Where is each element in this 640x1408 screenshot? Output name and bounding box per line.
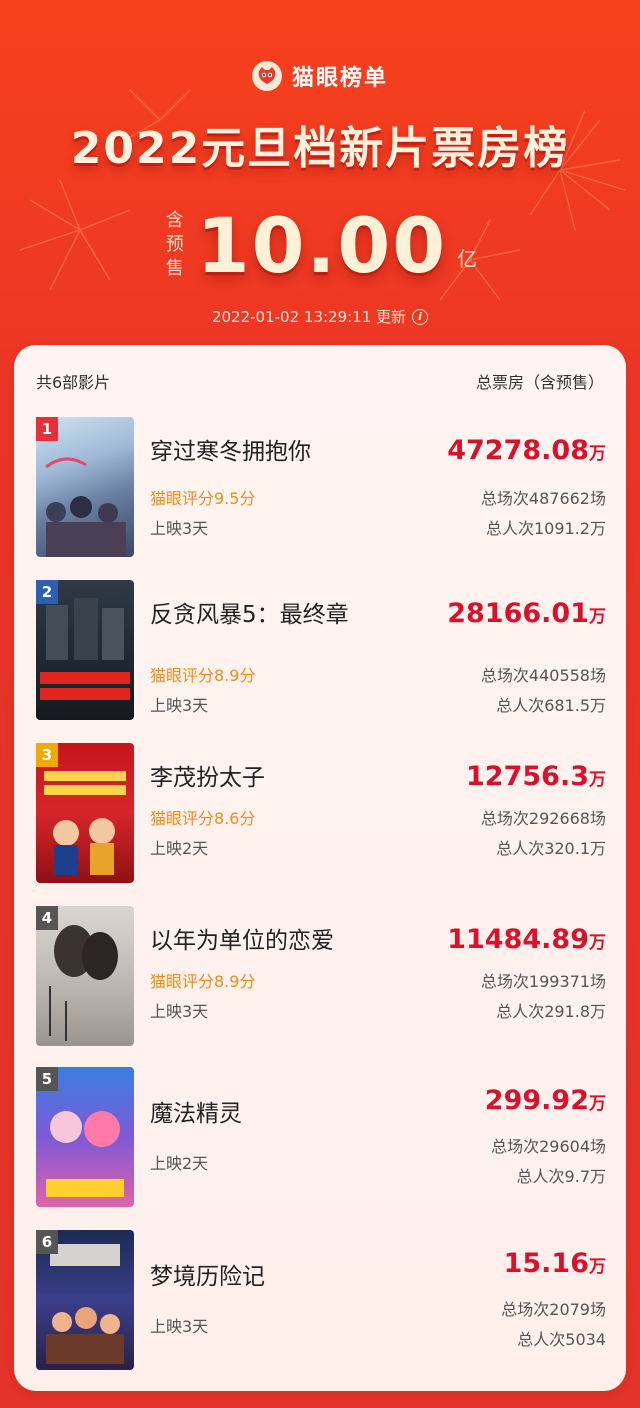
total-box-office: 含预售 10.00 亿 — [0, 200, 640, 290]
total-viewers: 总人次5034 — [517, 1330, 606, 1349]
header: 猫眼榜单 2022元旦档新片票房榜 含预售 10.00 亿 2022-01-02… — [0, 0, 640, 345]
release-days: 上映3天 — [150, 519, 209, 538]
movie-score: 猫眼评分8.6分 — [150, 809, 256, 828]
list-item[interactable]: 4 以年为单位的恋爱 猫眼评分8.9分 上映3天 11484.89万 总场次19… — [36, 906, 606, 1046]
release-days: 上映3天 — [150, 1317, 209, 1336]
movie-score: 猫眼评分8.9分 — [150, 972, 256, 991]
movie-title: 梦境历险记 — [150, 1264, 265, 1290]
total-shows: 总场次440558场 — [480, 666, 606, 685]
list-header: 共6部影片 总票房（含预售） — [36, 369, 604, 393]
cat-eye-logo-icon — [251, 61, 282, 91]
movie-title: 穿过寒冬拥抱你 — [150, 439, 311, 465]
list-item[interactable]: 6 梦境历险记 上映3天 15.16万 总场次2079场 总人次5034 — [36, 1230, 606, 1370]
rank-badge: 4 — [36, 906, 58, 930]
rank-badge: 2 — [36, 580, 58, 604]
box-office: 12756.3万 — [466, 761, 606, 792]
movie-score: 猫眼评分8.9分 — [150, 666, 256, 685]
movie-title: 反贪风暴5：最终章 — [150, 602, 349, 628]
total-shows: 总场次292668场 — [480, 809, 606, 828]
total-column-label: 总票房（含预售） — [475, 373, 604, 392]
rank-badge: 1 — [36, 417, 58, 441]
rank-badge: 6 — [36, 1230, 58, 1254]
box-office: 299.92万 — [484, 1085, 606, 1116]
update-time: 2022-01-02 13:29:11 更新 i — [0, 306, 640, 327]
box-office: 15.16万 — [503, 1248, 606, 1279]
timestamp: 2022-01-02 13:29:11 更新 — [211, 308, 407, 326]
list-item[interactable]: 3 李茂扮太子 猫眼评分8.6分 上映2天 12756.3万 总场次292668… — [36, 743, 606, 883]
movie-title: 李茂扮太子 — [150, 765, 265, 791]
release-days: 上映3天 — [150, 696, 209, 715]
total-shows: 总场次199371场 — [480, 972, 606, 991]
total-unit: 亿 — [457, 247, 478, 271]
movie-title: 以年为单位的恋爱 — [150, 928, 334, 954]
movie-score: 猫眼评分9.5分 — [150, 489, 256, 508]
list-item[interactable]: 5 魔法精灵 上映2天 299.92万 总场次29604场 总人次9.7万 — [36, 1067, 606, 1207]
rank-badge: 3 — [36, 743, 58, 767]
box-office: 28166.01万 — [447, 598, 606, 629]
list-item[interactable]: 1 穿过寒冬拥抱你 猫眼评分9.5分 上映3天 47278.08万 总场次487… — [36, 417, 606, 557]
brand-name: 猫眼榜单 — [291, 66, 388, 91]
box-office: 47278.08万 — [447, 435, 606, 466]
total-viewers: 总人次320.1万 — [496, 839, 606, 858]
film-count: 共6部影片 — [36, 373, 111, 392]
brand: 猫眼榜单 — [0, 58, 640, 94]
list-item[interactable]: 2 反贪风暴5：最终章 猫眼评分8.9分 上映3天 28166.01万 总场次4… — [36, 580, 606, 720]
page-title: 2022元旦档新片票房榜 — [70, 123, 570, 174]
rank-badge: 5 — [36, 1067, 58, 1091]
presale-tag: 含预售 — [165, 210, 184, 279]
movie-title: 魔法精灵 — [150, 1101, 242, 1127]
total-shows: 总场次29604场 — [491, 1137, 606, 1156]
total-viewers: 总人次1091.2万 — [486, 519, 606, 538]
total-shows: 总场次2079场 — [501, 1300, 606, 1319]
ranking-card: 共6部影片 总票房（含预售） 1 穿过寒冬拥抱你 猫眼评分9.5分 上映3天 4… — [14, 345, 626, 1391]
release-days: 上映2天 — [150, 1154, 209, 1173]
release-days: 上映3天 — [150, 1002, 209, 1021]
total-shows: 总场次487662场 — [480, 489, 606, 508]
total-viewers: 总人次9.7万 — [516, 1167, 606, 1186]
total-viewers: 总人次681.5万 — [496, 696, 606, 715]
release-days: 上映2天 — [150, 839, 209, 858]
total-viewers: 总人次291.8万 — [496, 1002, 606, 1021]
info-icon[interactable]: i — [412, 308, 429, 325]
total-value: 10.00 — [196, 200, 448, 290]
box-office: 11484.89万 — [447, 924, 606, 955]
